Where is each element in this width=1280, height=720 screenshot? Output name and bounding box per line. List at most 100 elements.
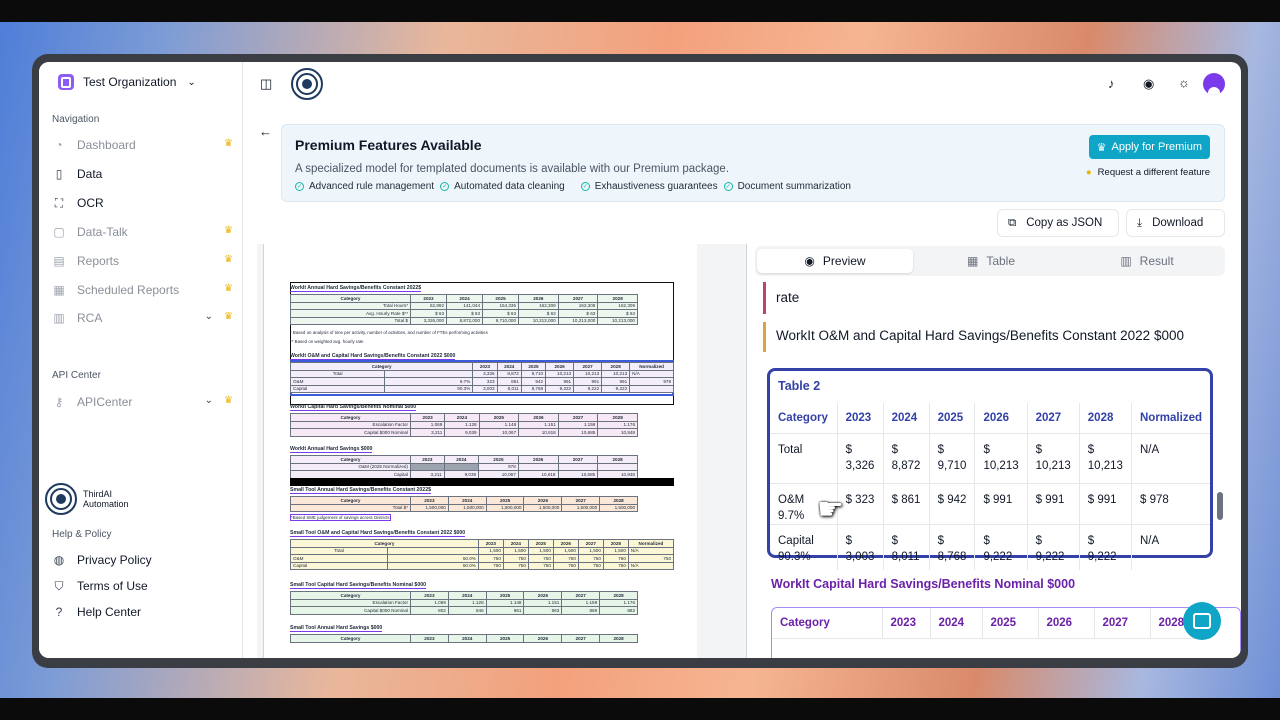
bar-chart-icon: ▥ xyxy=(1120,254,1132,268)
bell-icon[interactable]: ♪ xyxy=(1108,76,1115,91)
banner-description: A specialized model for templated docume… xyxy=(295,163,730,175)
extracted-table[interactable]: Table 2 Category 2023 2024 2025 2026 202… xyxy=(767,368,1213,570)
brand-tagline: Automation xyxy=(83,499,129,509)
doc-title: WorkIt O&M and Capital Hard Savings/Bene… xyxy=(290,353,456,360)
doc-table: Category 2023 2024 2025 2026 2027 2028 O&M (20… xyxy=(290,455,638,479)
tab-result[interactable]: ▥ Result xyxy=(1069,249,1225,273)
feature-item: ✓ Document summarization xyxy=(723,181,851,192)
chat-support-button[interactable] xyxy=(1183,602,1221,640)
scrollbar-thumb[interactable] xyxy=(1217,492,1223,520)
doc-note: *Based SME judgement of savings across D… xyxy=(290,514,391,521)
doc-note: * Based on analysis of time per activity… xyxy=(290,330,488,335)
feature-item: ✓ Advanced rule management xyxy=(295,181,435,192)
extracted-table[interactable]: Category 2023 2024 2025 2026 2027 2028 xyxy=(771,607,1241,658)
premium-banner: Premium Features Available A specialized… xyxy=(281,124,1225,202)
sidebar-item-privacy-policy[interactable]: ◍ Privacy Policy xyxy=(49,548,235,572)
copy-json-button[interactable]: ⧉ Copy as JSON xyxy=(997,209,1119,237)
section-heading: WorkIt Capital Hard Savings/Benefits Nom… xyxy=(771,577,1076,591)
crown-icon: ♛ xyxy=(224,225,233,236)
sidebar-item-data[interactable]: ▯ Data xyxy=(49,162,235,186)
preview-pane: ◉ Preview ▦ Table ▥ Result rate WorkIt O… xyxy=(751,244,1241,658)
doc-table: Category 2023 2024 2025 2026 2027 2028 Normaliz… xyxy=(289,539,675,570)
lightbulb-icon: ● xyxy=(1085,167,1092,178)
sidebar-item-scheduled-reports[interactable]: ▦ Scheduled Reports ♛ xyxy=(49,278,235,302)
settings-circle-icon[interactable]: ◉ xyxy=(1143,76,1154,92)
doc-title: WorkIt Capital Hard Savings/Benefits Nom… xyxy=(290,404,417,411)
sidebar-item-dashboard[interactable]: ◔ Dashboard ♛ xyxy=(49,133,235,157)
chart-icon: ▥ xyxy=(53,311,65,325)
apply-premium-button[interactable]: ♛ Apply for Premium xyxy=(1088,135,1210,159)
request-feature-link[interactable]: ● Request a different feature xyxy=(1086,167,1210,178)
doc-table: Category 2023 2024 2025 2026 2027 2028 Total H… xyxy=(290,294,638,325)
doc-table: Category 2023 2024 2025 2026 2027 2028 xyxy=(290,634,638,643)
sidebar-item-ocr[interactable]: ⛶ OCR xyxy=(49,191,235,215)
doc-title: Small Tool Annual Hard Savings $000 xyxy=(290,625,383,632)
crown-icon: ♛ xyxy=(224,283,233,294)
calendar-icon: ▦ xyxy=(53,283,65,297)
doc-title: Small Tool Annual Hard Savings/Benefits … xyxy=(290,487,431,494)
org-switcher[interactable]: Test Organization ⌄ xyxy=(58,72,196,92)
sidebar-item-rca[interactable]: ▥ RCA ⌄ ♛ xyxy=(49,306,235,330)
sidebar-item-apicenter[interactable]: ⚷ APICenter ⌄ ♛ xyxy=(49,390,235,414)
brand-name: ThirdAI xyxy=(83,489,113,499)
gauge-icon: ◔ xyxy=(55,138,63,152)
table-grid: Category 2023 2024 2025 2026 2027 2028 N… xyxy=(770,403,1210,570)
table-header-row: Category 2023 2024 2025 2026 2027 2028 N… xyxy=(770,403,1210,434)
table-icon: ▦ xyxy=(966,254,979,268)
chevron-down-icon: ⌄ xyxy=(204,311,213,322)
sidebar-item-reports[interactable]: ▤ Reports ♛ xyxy=(49,249,235,273)
sidebar-item-label: Reports xyxy=(77,254,120,268)
check-circle-icon: ✓ xyxy=(440,182,450,191)
doc-title: WorkIt Annual Hard Savings $000 xyxy=(290,446,373,453)
feature-item: ✓ Exhaustiveness guarantees xyxy=(580,181,718,192)
hand-cursor-icon: ☛ xyxy=(817,493,844,526)
tab-preview[interactable]: ◉ Preview xyxy=(757,249,913,273)
back-arrow-icon[interactable]: ← xyxy=(259,124,272,139)
chevron-down-icon: ⌄ xyxy=(187,76,196,88)
sidebar-item-help-center[interactable]: ? Help Center xyxy=(49,600,235,624)
main-content: ◫ ♪ ◉ ☼ ← Premium Features Available A s… xyxy=(243,62,1241,658)
document-viewer[interactable]: WorkIt Annual Hard Savings/Benefits Cons… xyxy=(257,244,747,658)
sidebar-toggle-icon[interactable]: ◫ xyxy=(260,76,272,92)
preview-text-block: rate xyxy=(763,282,799,314)
table-row: Total $ 3,326 $ 8,872 $ 9,710 $ 10,213 $ 10,2… xyxy=(770,433,1210,484)
download-icon: ⤓ xyxy=(1137,216,1143,229)
app-logo-icon xyxy=(291,68,323,100)
file-icon: ▯ xyxy=(55,167,63,181)
download-button[interactable]: ⤓ Download xyxy=(1126,209,1225,237)
sidebar-item-label: Scheduled Reports xyxy=(77,283,180,297)
help-icon: ? xyxy=(55,605,63,619)
view-tabs: ◉ Preview ▦ Table ▥ Result xyxy=(755,246,1225,276)
avatar[interactable] xyxy=(1203,73,1225,95)
crown-icon: ♛ xyxy=(224,254,233,265)
check-circle-icon: ✓ xyxy=(723,182,733,191)
doc-table: Category 2023 2024 2025 2026 2027 2028 Escalat… xyxy=(290,591,638,615)
banner-title: Premium Features Available xyxy=(295,137,482,153)
crown-icon: ♛ xyxy=(224,311,233,322)
sidebar-item-label: Data-Talk xyxy=(77,225,128,239)
app-window: Test Organization ⌄ Navigation ◔ Dashboa… xyxy=(39,62,1241,658)
sidebar-item-data-talk[interactable]: ▢ Data-Talk ♛ xyxy=(49,220,235,244)
file-text-icon: ▤ xyxy=(53,254,65,268)
feature-list: ✓ Advanced rule management ✓ Automated dat… xyxy=(295,181,851,192)
brand-logo: ThirdAI Automation xyxy=(45,483,129,515)
sidebar-item-terms-of-use[interactable]: ⛉ Terms of Use xyxy=(49,574,235,598)
sidebar-item-label: Terms of Use xyxy=(77,579,148,593)
tab-table[interactable]: ▦ Table xyxy=(913,249,1069,273)
org-name: Test Organization xyxy=(83,75,177,89)
doc-title: Small Tool O&M and Capital Hard Savings/… xyxy=(290,530,466,537)
table-grid: Category 2023 2024 2025 2026 2027 2028 xyxy=(772,608,1211,639)
globe-icon: ◍ xyxy=(53,553,65,567)
document-page: WorkIt Annual Hard Savings/Benefits Cons… xyxy=(263,244,697,658)
doc-table: Category 2023 2024 2025 2026 2027 2028 Total $… xyxy=(290,496,638,512)
table-header-row: Category 2023 2024 2025 2026 2027 2028 xyxy=(772,608,1211,639)
doc-table: Category 2023 2024 2025 2026 2027 2028 Escalat… xyxy=(290,413,638,437)
table-row: Capital 90.3% $ 3,003 $ 8,011 $ 8,768 $ 9,22… xyxy=(770,524,1210,570)
org-logo-icon xyxy=(58,74,74,90)
check-circle-icon: ✓ xyxy=(580,182,590,191)
sun-icon[interactable]: ☼ xyxy=(1178,75,1190,90)
crown-icon: ♛ xyxy=(1096,141,1107,154)
doc-table: Category 2023 2024 2025 2026 2027 2028 Normaliz… xyxy=(289,362,674,393)
crown-icon: ♛ xyxy=(224,395,233,406)
copy-icon: ⧉ xyxy=(1008,216,1017,229)
